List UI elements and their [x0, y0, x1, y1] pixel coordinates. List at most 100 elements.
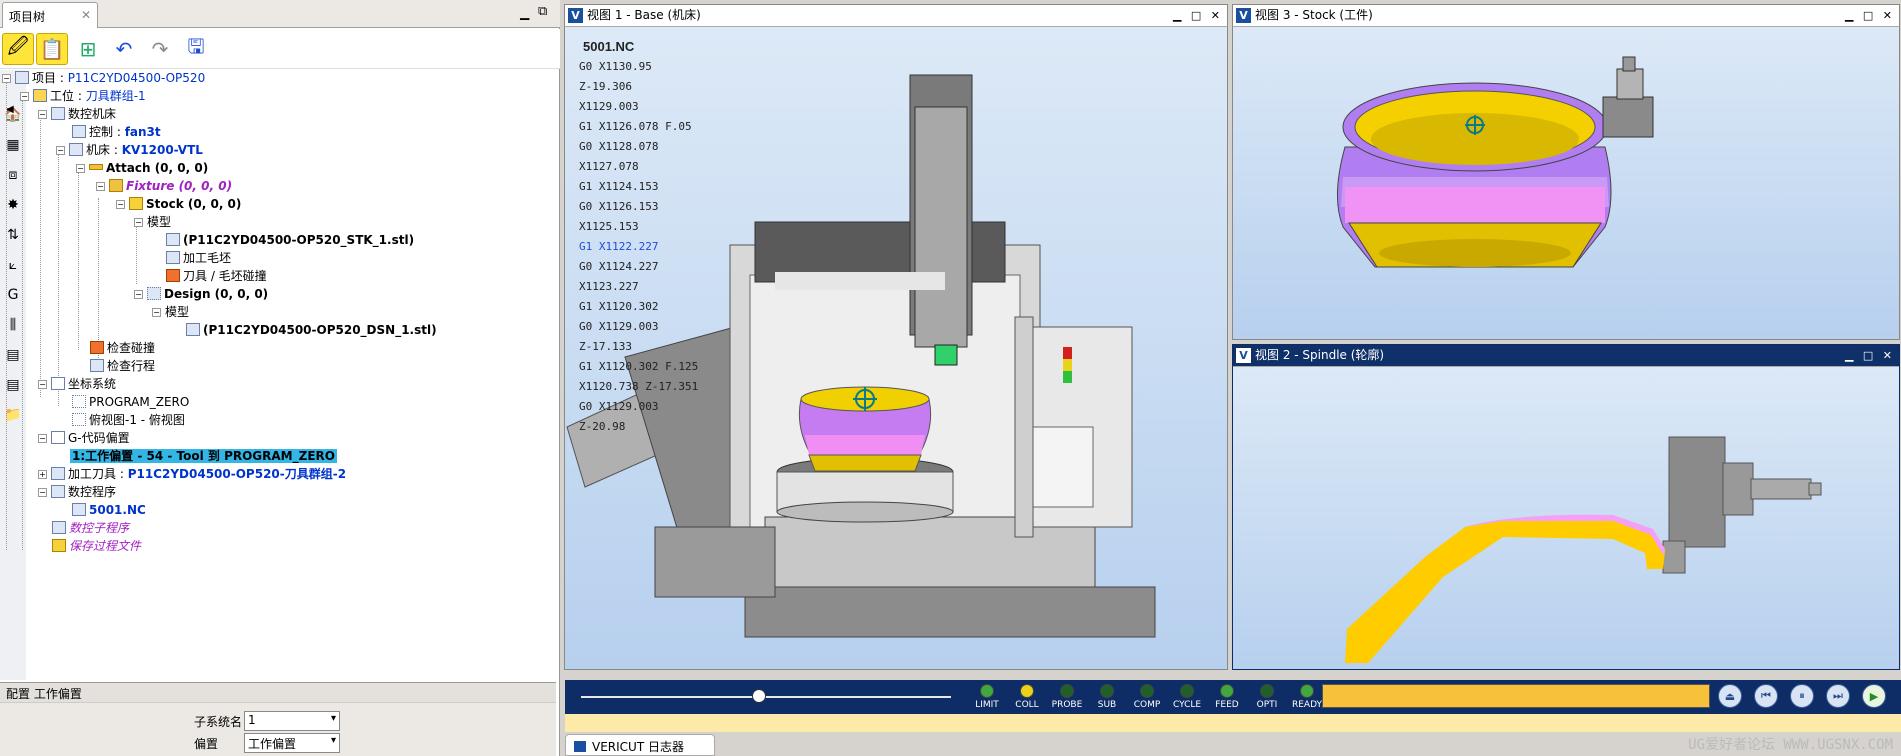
tab-vericut-logger[interactable]: VERICUT 日志器	[565, 734, 715, 756]
redo-icon[interactable]: ↷	[144, 33, 176, 65]
notes-icon[interactable]: 📋	[36, 33, 68, 65]
nc-line: G1 X1126.078 F.05	[579, 120, 692, 133]
led-label: COLL	[1015, 700, 1039, 710]
tree-node-design[interactable]: − Design (0, 0, 0)	[134, 286, 268, 303]
vericut-logo-icon: V	[1236, 348, 1251, 363]
tree-node-stock-file[interactable]: (P11C2YD04500-OP520_STK_1.stl)	[166, 232, 414, 249]
tree-node-work-offset-selected[interactable]: 1:工作偏置 - 54 - Tool 到 PROGRAM_ZERO	[70, 448, 337, 465]
status-led-feed: FEED	[1209, 684, 1245, 710]
nc-line: G0 X1129.003	[579, 320, 659, 333]
view-1-base[interactable]: V 视图 1 - Base (机床) ▁ □ ✕ 5001.NC G0 X113…	[564, 4, 1228, 670]
reset-icon[interactable]: ⏏	[1718, 684, 1742, 708]
pause-icon[interactable]: ⏸	[1790, 684, 1814, 708]
nc-line: Z-19.306	[579, 80, 632, 93]
tree-node-design-file[interactable]: (P11C2YD04500-OP520_DSN_1.stl)	[186, 322, 437, 339]
nc-line: X1125.153	[579, 220, 639, 233]
tree-node-top-view[interactable]: 俯视图-1 - 俯视图	[72, 412, 185, 429]
tree-node-nc-file[interactable]: 5001.NC	[72, 502, 146, 519]
led-label: CYCLE	[1172, 700, 1202, 710]
offset-select[interactable]: 工作偏置 ▾	[244, 733, 340, 753]
tree-node-tools[interactable]: + 加工刀具 : P11C2YD04500-OP520-刀具群组-2	[38, 466, 346, 483]
tree-node-control[interactable]: 控制 : fan3t	[72, 124, 161, 141]
nc-line: X1123.227	[579, 280, 639, 293]
project-tree-panel: 项目树 ✕ ▁ ⧉ 🖉 📋 ⊞ ↶ ↷ 🖫 🏠 ▦ ⧈ ✸ ⇅ ⟀ G ⫼ ▤ …	[0, 0, 560, 756]
led-light-icon	[1060, 684, 1074, 698]
select-mode-icon[interactable]: 🖉	[2, 33, 34, 65]
view-1-titlebar: V 视图 1 - Base (机床) ▁ □ ✕	[565, 5, 1227, 27]
tree-node-gcode-offsets[interactable]: − G-代码偏置	[38, 430, 130, 447]
view-3-canvas[interactable]	[1233, 27, 1899, 339]
tree-node-coord-systems[interactable]: − 坐标系统	[38, 376, 116, 393]
close-icon[interactable]: ✕	[81, 8, 91, 22]
add-component-icon[interactable]: ⊞	[72, 33, 104, 65]
led-label: OPTI	[1256, 700, 1278, 710]
led-light-icon	[1140, 684, 1154, 698]
led-label: SUB	[1097, 700, 1117, 710]
tree-node-save-process[interactable]: 保存过程文件	[52, 538, 141, 555]
chevron-down-icon: ▾	[330, 735, 336, 746]
nc-line: Z-20.98	[579, 420, 626, 433]
message-strip	[565, 714, 1901, 732]
tree-node-nc-programs[interactable]: − 数控程序	[38, 484, 116, 501]
undo-icon[interactable]: ↶	[108, 33, 140, 65]
tree-node-model[interactable]: − 模型	[134, 214, 171, 231]
view-1-canvas[interactable]: 5001.NC G0 X1130.95 Z-19.306 X1129.003 G1 X…	[565, 27, 1227, 669]
save-icon[interactable]: 🖫	[180, 33, 212, 65]
tree-node-check-travel[interactable]: 检查行程	[90, 358, 155, 375]
nc-line: X1129.003	[579, 100, 639, 113]
subsystem-label: 子系统名	[194, 715, 243, 729]
tree-node-cnc-machine[interactable]: − 数控机床	[38, 106, 116, 123]
nc-line: G0 X1130.95	[579, 60, 652, 73]
led-light-icon	[1100, 684, 1114, 698]
tree-node-program-zero[interactable]: PROGRAM_ZERO	[72, 394, 189, 411]
rewind-icon[interactable]: ⏮	[1754, 684, 1778, 708]
led-label: READY	[1291, 700, 1323, 710]
nc-line: G0 X1129.003	[579, 400, 659, 413]
tree-node-check-collision[interactable]: 检查碰撞	[90, 340, 155, 357]
window-controls[interactable]: ▁ □ ✕	[1845, 6, 1895, 26]
status-led-opti: OPTI	[1249, 684, 1285, 710]
simulation-speed-slider-track[interactable]	[581, 696, 951, 698]
tree-node-project[interactable]: − 项目 : P11C2YD04500-OP520	[2, 70, 205, 87]
nc-line: G0 X1128.078	[579, 140, 659, 153]
spindle-profile-graphic	[1345, 436, 1822, 663]
minimize-icon[interactable]: ▁	[520, 6, 529, 20]
window-controls[interactable]: ▁ □ ✕	[1845, 346, 1895, 366]
maximize-icon[interactable]: ⧉	[538, 4, 547, 19]
step-icon[interactable]: ⏭	[1826, 684, 1850, 708]
simulation-speed-slider-thumb[interactable]	[751, 689, 766, 703]
panel-tab-bar: 项目树 ✕ ▁ ⧉	[0, 0, 560, 28]
subsystem-select[interactable]: 1 ▾	[244, 711, 340, 731]
vericut-logo-icon: V	[1236, 8, 1251, 23]
view-3-stock[interactable]: V 视图 3 - Stock (工件) ▁ □ ✕	[1232, 4, 1900, 340]
tree-node-cut-stock[interactable]: 加工毛坯	[166, 250, 231, 267]
led-light-icon	[1260, 684, 1274, 698]
play-icon[interactable]: ▶	[1862, 684, 1886, 708]
tree-node-tool-stock-collision[interactable]: 刀具 / 毛坯碰撞	[166, 268, 267, 285]
tree-node-setup[interactable]: − 工位 : 刀具群组-1	[20, 88, 146, 105]
tree-node-model-2[interactable]: − 模型	[152, 304, 189, 321]
led-label: PROBE	[1051, 700, 1083, 710]
nc-line: G0 X1126.153	[579, 200, 659, 213]
nc-line: G0 X1124.227	[579, 260, 659, 273]
tree-node-stock[interactable]: − Stock (0, 0, 0)	[116, 196, 241, 213]
view-3-titlebar: V 视图 3 - Stock (工件) ▁ □ ✕	[1233, 5, 1899, 27]
view-2-canvas[interactable]	[1233, 367, 1899, 669]
view-2-spindle[interactable]: V 视图 2 - Spindle (轮廓) ▁ □ ✕	[1232, 344, 1900, 670]
led-label: FEED	[1215, 700, 1239, 710]
project-tree: − 项目 : P11C2YD04500-OP520 − 工位 : 刀具群组-1 − 数…	[0, 70, 556, 680]
led-light-icon	[980, 684, 994, 698]
tab-label: 项目树	[9, 10, 46, 24]
led-light-icon	[1300, 684, 1314, 698]
tree-node-nc-subroutines[interactable]: 数控子程序	[52, 520, 129, 537]
tree-node-attach[interactable]: − Attach (0, 0, 0)	[76, 160, 208, 177]
config-panel: 配置 工作偏置 子系统名 1 ▾ 偏置 工作偏置 ▾	[0, 682, 556, 756]
tree-node-fixture[interactable]: − Fixture (0, 0, 0)	[96, 178, 232, 195]
status-led-probe: PROBE	[1049, 684, 1085, 710]
status-led-ready: READY	[1289, 684, 1325, 710]
tab-project-tree[interactable]: 项目树 ✕	[2, 2, 98, 28]
tree-node-machine[interactable]: − 机床 : KV1200-VTL	[56, 142, 203, 159]
window-controls[interactable]: ▁ □ ✕	[1173, 6, 1223, 26]
nc-lines: G0 X1130.95 Z-19.306 X1129.003 G1 X1126.078…	[579, 57, 698, 437]
view-2-titlebar: V 视图 2 - Spindle (轮廓) ▁ □ ✕	[1233, 345, 1899, 367]
